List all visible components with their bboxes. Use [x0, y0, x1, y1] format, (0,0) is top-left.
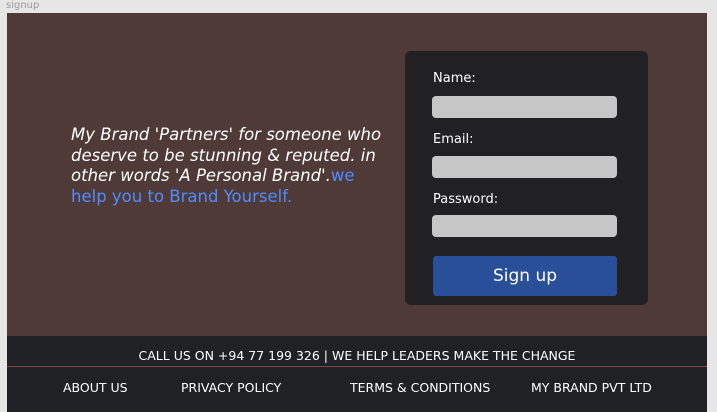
signup-card: Name: Email: Password: Sign up — [405, 51, 648, 305]
footer-call-text: CALL US ON +94 77 199 326 | WE HELP LEAD… — [138, 348, 576, 363]
name-label: Name: — [433, 71, 476, 86]
signup-button[interactable]: Sign up — [433, 256, 617, 296]
footer-link-about-us[interactable]: ABOUT US — [63, 380, 128, 395]
signup-frame: My Brand 'Partners' for someone who dese… — [7, 13, 707, 412]
frame-label: signup — [6, 0, 40, 11]
footer-link-terms-conditions[interactable]: TERMS & CONDITIONS — [350, 380, 490, 395]
email-label: Email: — [433, 132, 474, 147]
password-input[interactable] — [432, 215, 617, 237]
hero-tagline: My Brand 'Partners' for someone who dese… — [71, 125, 391, 207]
footer-link-privacy-policy[interactable]: PRIVACY POLICY — [181, 380, 281, 395]
footer-divider — [7, 366, 707, 367]
email-input[interactable] — [432, 156, 617, 178]
password-label: Password: — [433, 192, 499, 207]
name-input[interactable] — [432, 96, 617, 118]
footer: CALL US ON +94 77 199 326 | WE HELP LEAD… — [7, 336, 707, 412]
footer-link-my-brand[interactable]: MY BRAND PVT LTD — [531, 380, 652, 395]
